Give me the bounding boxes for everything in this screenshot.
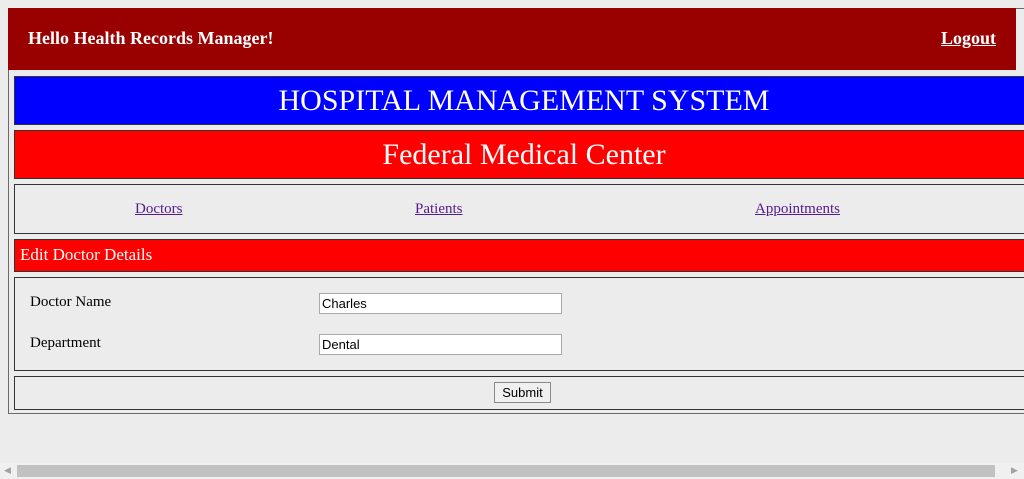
logout-link[interactable]: Logout [941,28,996,49]
edit-doctor-form: Doctor Name Department [14,277,1024,371]
horizontal-scrollbar[interactable]: ◀ ▶ [0,463,1024,479]
nav-link-doctors[interactable]: Doctors [135,201,183,218]
section-title-text: Edit Doctor Details [20,245,153,264]
nav-link-patients[interactable]: Patients [415,201,463,218]
system-title-banner: HOSPITAL MANAGEMENT SYSTEM [14,76,1024,125]
submit-row: Submit [14,376,1024,410]
top-header-bar: Hello Health Records Manager! Logout [8,8,1016,70]
main-nav: Doctors Patients Appointments [14,184,1024,234]
doctor-name-input[interactable] [319,293,562,314]
triangle-left-icon[interactable]: ◀ [4,466,11,476]
greeting-text: Hello Health Records Manager! [28,28,274,48]
scrollbar-thumb[interactable] [17,465,995,477]
triangle-right-icon[interactable]: ▶ [1011,466,1018,476]
section-title-edit-doctor: Edit Doctor Details [14,239,1024,272]
department-label: Department [30,335,101,351]
nav-link-appointments[interactable]: Appointments [755,201,840,218]
center-name: Federal Medical Center [382,138,666,171]
system-title: HOSPITAL MANAGEMENT SYSTEM [278,84,770,117]
center-name-banner: Federal Medical Center [14,130,1024,179]
doctor-name-label: Doctor Name [30,294,112,310]
submit-button[interactable]: Submit [494,382,551,403]
department-input[interactable] [319,334,562,355]
